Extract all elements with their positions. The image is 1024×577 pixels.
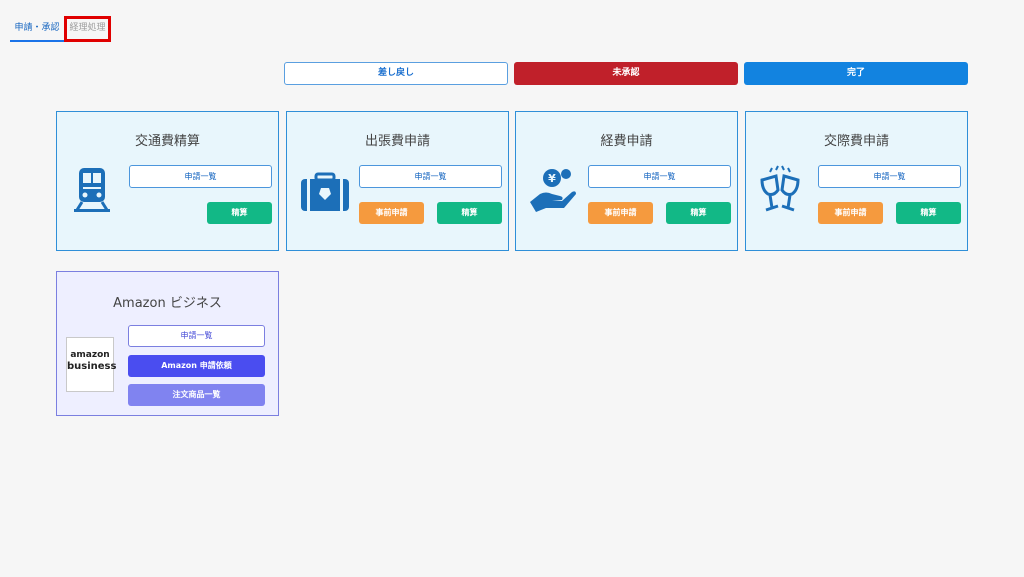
business-trip-pre-apply-button[interactable]: 事前申請 bbox=[359, 202, 424, 224]
card-title: Amazon ビジネス bbox=[113, 296, 222, 311]
wine-glasses-icon bbox=[758, 164, 804, 216]
briefcase-icon bbox=[299, 164, 349, 216]
business-trip-list-button[interactable]: 申請一覧 bbox=[359, 165, 502, 188]
amazon-logo-line1: amazon bbox=[70, 350, 110, 360]
expense-card: 経費申請 ¥ 申請一覧 事前申請 精算 bbox=[515, 111, 738, 251]
train-icon bbox=[69, 164, 115, 216]
tab-bar: 申請・承認 経理処理 bbox=[0, 0, 1024, 46]
amazon-business-logo: amazon business bbox=[66, 337, 117, 392]
amazon-list-button[interactable]: 申請一覧 bbox=[128, 325, 265, 347]
done-button[interactable]: 完了 bbox=[744, 62, 968, 85]
entertainment-list-button[interactable]: 申請一覧 bbox=[818, 165, 961, 188]
amazon-business-card: Amazon ビジネス amazon business 申請一覧 Amazon … bbox=[56, 271, 279, 416]
card-title: 経費申請 bbox=[600, 134, 653, 149]
expense-list-button[interactable]: 申請一覧 bbox=[588, 165, 731, 188]
pending-button[interactable]: 未承認 bbox=[514, 62, 738, 85]
expense-pre-apply-button[interactable]: 事前申請 bbox=[588, 202, 653, 224]
transport-expense-card: 交通費精算 申請一覧 精算 bbox=[56, 111, 279, 251]
card-title: 交通費精算 bbox=[134, 134, 200, 149]
entertainment-pre-apply-button[interactable]: 事前申請 bbox=[818, 202, 883, 224]
entertainment-expense-card: 交際費申請 申請一覧 事前申請 精算 bbox=[745, 111, 968, 251]
amazon-logo-line2: business bbox=[67, 361, 117, 372]
expense-settle-button[interactable]: 精算 bbox=[666, 202, 731, 224]
tab-accounting[interactable]: 経理処理 bbox=[64, 16, 111, 42]
amazon-request-button[interactable]: Amazon 申請依頼 bbox=[128, 355, 265, 377]
returned-button[interactable]: 差し戻し bbox=[284, 62, 508, 85]
transport-settle-button[interactable]: 精算 bbox=[207, 202, 272, 224]
entertainment-settle-button[interactable]: 精算 bbox=[896, 202, 961, 224]
transport-list-button[interactable]: 申請一覧 bbox=[129, 165, 272, 188]
svg-text:¥: ¥ bbox=[548, 172, 556, 185]
card-title: 出張費申請 bbox=[364, 134, 430, 149]
tab-application-approval[interactable]: 申請・承認 bbox=[10, 18, 64, 42]
hand-coin-icon: ¥ bbox=[528, 164, 576, 216]
business-trip-card: 出張費申請 申請一覧 事前申請 精算 bbox=[286, 111, 509, 251]
card-title: 交際費申請 bbox=[823, 134, 889, 149]
amazon-orders-button[interactable]: 注文商品一覧 bbox=[128, 384, 265, 406]
business-trip-settle-button[interactable]: 精算 bbox=[437, 202, 502, 224]
